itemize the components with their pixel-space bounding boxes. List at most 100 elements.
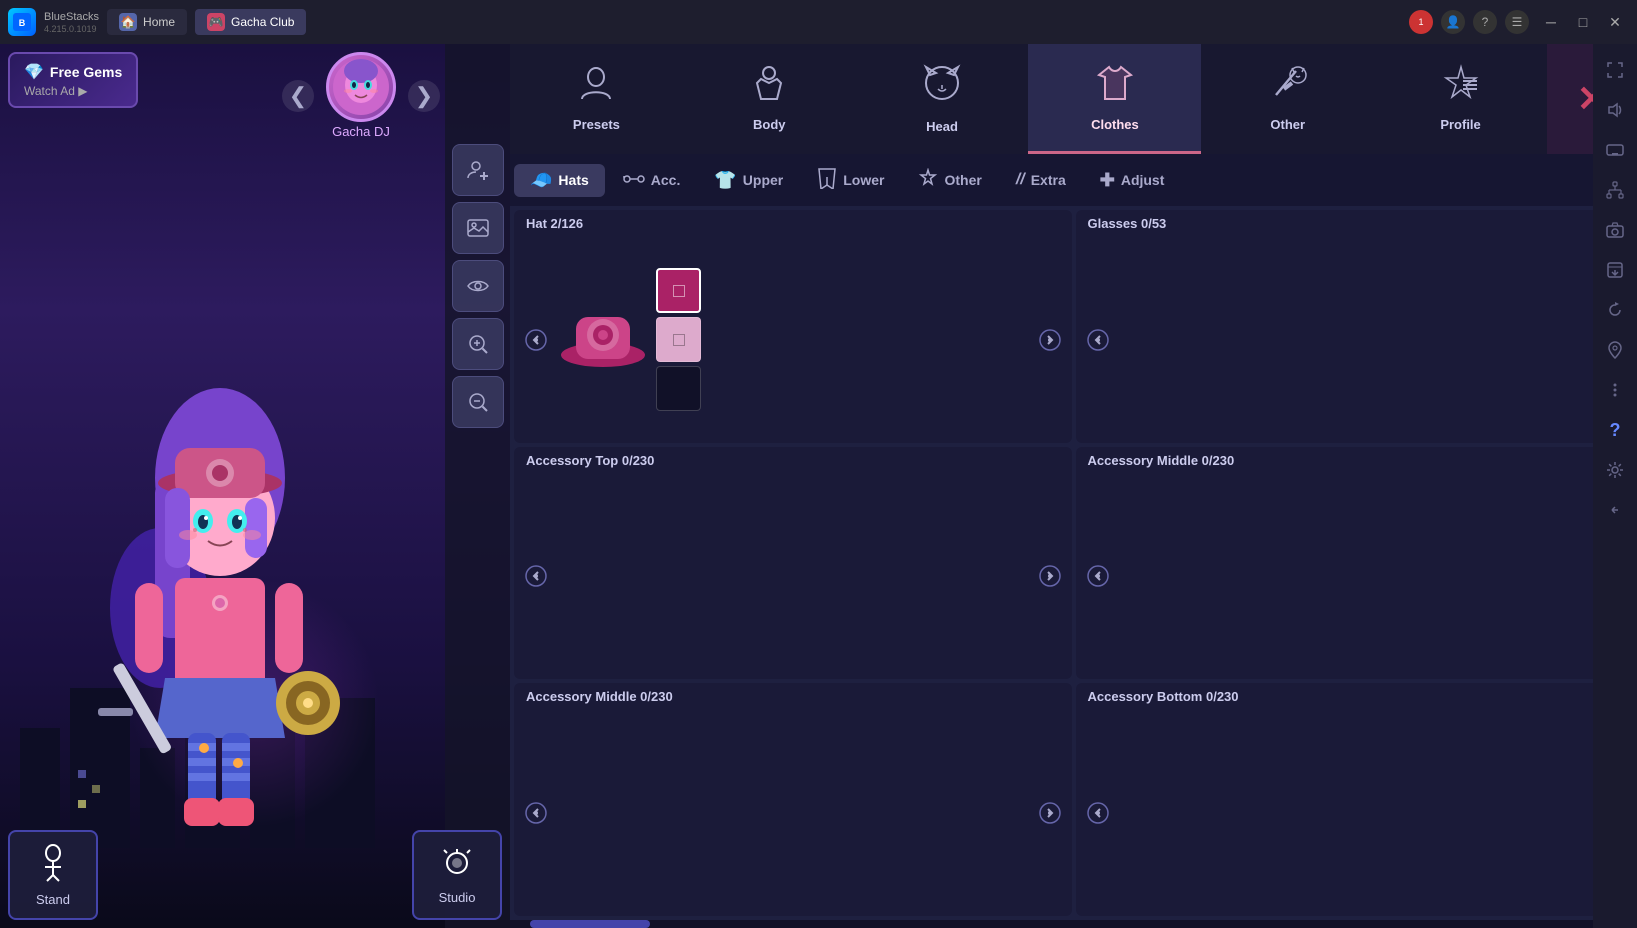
hat-color-swatch-3[interactable] [656, 366, 701, 411]
presets-label: Presets [573, 117, 620, 132]
settings-icon[interactable] [1597, 452, 1633, 488]
gem-icon: 💎 [24, 62, 44, 82]
volume-icon[interactable] [1597, 92, 1633, 128]
acc-mid2-prev-btn[interactable] [518, 795, 554, 831]
maximize-btn[interactable]: □ [1569, 8, 1597, 36]
subtab-adjust[interactable]: ✚ Adjust [1084, 164, 1181, 197]
bs-brand: BlueStacks [44, 11, 99, 23]
right-panel: Presets Body [510, 44, 1637, 928]
keyboard-icon[interactable] [1597, 132, 1633, 168]
hat-image [558, 297, 648, 382]
accessory-middle2-cell: Accessory Middle 0/230 [514, 683, 1072, 916]
character-avatar [326, 52, 396, 122]
adjust-icon: ✚ [1100, 170, 1115, 191]
minimize-side-icon[interactable] [1597, 492, 1633, 528]
hats-icon: 🧢 [530, 170, 552, 191]
subtab-acc[interactable]: Acc. [607, 164, 697, 197]
more-icon[interactable] [1597, 372, 1633, 408]
subtab-lower[interactable]: Lower [801, 161, 900, 200]
extra-icon: // [1016, 171, 1025, 189]
tab-head[interactable]: Head [856, 44, 1029, 154]
minimize-btn[interactable]: ─ [1537, 8, 1565, 36]
acc-top-next-btn[interactable] [1032, 558, 1068, 594]
acc-top-prev-btn[interactable] [518, 558, 554, 594]
bluestacks-bar: B BlueStacks 4.215.0.1019 🏠 Home 🎮 Gacha… [0, 0, 1637, 44]
tab-presets[interactable]: Presets [510, 44, 683, 154]
hat-color-swatch-1[interactable] [656, 268, 701, 313]
studio-button[interactable]: Studio [412, 830, 502, 920]
help-btn[interactable]: ? [1473, 10, 1497, 34]
game-panel: 💎 Free Gems Watch Ad ▶ ❮ [0, 44, 510, 928]
screenshot-icon[interactable] [1597, 252, 1633, 288]
bottom-buttons: Stand Studio [0, 830, 510, 920]
acc-bot-prev-btn[interactable] [1080, 795, 1116, 831]
hat-prev-btn[interactable] [518, 322, 554, 358]
stand-label: Stand [36, 892, 70, 907]
accessory-top-cell: Accessory Top 0/230 [514, 447, 1072, 680]
acc-mid1-prev-btn[interactable] [1080, 558, 1116, 594]
watch-ad-label: Watch Ad ▶ [24, 84, 87, 98]
tab-body[interactable]: Body [683, 44, 856, 154]
hat-next-btn[interactable] [1032, 322, 1068, 358]
fullscreen-icon[interactable] [1597, 52, 1633, 88]
acc-mid2-next-btn[interactable] [1032, 795, 1068, 831]
help-icon[interactable]: ? [1597, 412, 1633, 448]
category-tabs: Presets Body [510, 44, 1637, 154]
item-grid: Hat 2/126 [510, 206, 1637, 920]
sub-tabs: 🧢 Hats Acc. 👕 Upper [510, 154, 1637, 206]
subtab-other[interactable]: Other [902, 162, 997, 199]
hat-color-swatch-2[interactable] [656, 317, 701, 362]
bs-tab-home[interactable]: 🏠 Home [107, 9, 187, 35]
subtab-hats[interactable]: 🧢 Hats [514, 164, 605, 197]
free-gems-button[interactable]: 💎 Free Gems Watch Ad ▶ [8, 52, 138, 108]
bluestacks-side-toolbar: ? [1593, 44, 1637, 928]
other-icon [1268, 63, 1308, 111]
profile-label: Profile [1440, 117, 1480, 132]
location-icon[interactable] [1597, 332, 1633, 368]
scrollbar[interactable] [510, 920, 1637, 928]
zoom-in-btn[interactable] [452, 318, 504, 370]
subtab-extra[interactable]: // Extra [1000, 165, 1082, 195]
side-toolbar [445, 44, 510, 928]
body-icon [749, 63, 789, 111]
account-btn[interactable]: 👤 [1441, 10, 1465, 34]
clothes-label: Clothes [1091, 117, 1139, 132]
character-name: Gacha DJ [332, 124, 390, 139]
svg-text:B: B [19, 18, 26, 28]
tab-other[interactable]: Other [1201, 44, 1374, 154]
clothes-icon [1095, 63, 1135, 111]
rotate-icon[interactable] [1597, 292, 1633, 328]
accessory-middle1-header: Accessory Middle 0/230 [1076, 447, 1634, 474]
body-label: Body [753, 117, 786, 132]
accessory-top-header: Accessory Top 0/230 [514, 447, 1072, 474]
zoom-out-btn[interactable] [452, 376, 504, 428]
notification-btn[interactable]: 1 [1409, 10, 1433, 34]
glasses-cell: Glasses 0/53 [1076, 210, 1634, 443]
upper-icon: 👕 [714, 170, 736, 191]
accessory-middle1-cell: Accessory Middle 0/230 [1076, 447, 1634, 680]
accessory-bottom-cell: Accessory Bottom 0/230 [1076, 683, 1634, 916]
other-subtab-icon [918, 168, 938, 193]
add-character-btn[interactable] [452, 144, 504, 196]
network-icon[interactable] [1597, 172, 1633, 208]
bluestacks-logo: B [8, 8, 36, 36]
stand-button[interactable]: Stand [8, 830, 98, 920]
prev-character-btn[interactable]: ❮ [282, 80, 314, 112]
eye-btn[interactable] [452, 260, 504, 312]
presets-icon [576, 63, 616, 111]
close-btn[interactable]: ✕ [1601, 8, 1629, 36]
camera-icon[interactable] [1597, 212, 1633, 248]
image-btn[interactable] [452, 202, 504, 254]
menu-btn[interactable]: ☰ [1505, 10, 1529, 34]
scroll-thumb[interactable] [530, 920, 650, 928]
glasses-prev-btn[interactable] [1080, 322, 1116, 358]
character-sprite [60, 348, 380, 828]
hat-color-swatches [656, 268, 701, 411]
tab-clothes[interactable]: Clothes [1028, 44, 1201, 154]
next-character-btn[interactable]: ❯ [408, 80, 440, 112]
acc-bot-item-area [1120, 773, 1590, 853]
bs-tab-gacha[interactable]: 🎮 Gacha Club [195, 9, 306, 35]
acc-mid1-item-area [1120, 536, 1590, 616]
subtab-upper[interactable]: 👕 Upper [698, 164, 799, 197]
tab-profile[interactable]: Profile [1374, 44, 1547, 154]
